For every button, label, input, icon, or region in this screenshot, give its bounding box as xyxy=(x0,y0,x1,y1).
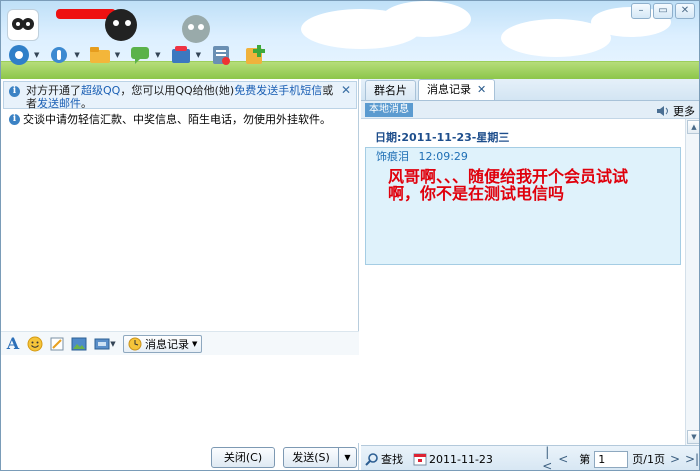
chat-panel: i 对方开通了超级QQ，您可以用QQ给他(她)免费发送手机短信或者发送邮件。 ✕… xyxy=(1,79,359,470)
note-tool[interactable] xyxy=(207,41,235,69)
send-image-icon[interactable] xyxy=(71,336,87,352)
record-date: 日期:2011-11-23-星期三 xyxy=(375,131,510,144)
format-toolbar: A ▼ 消息记录 ▼ xyxy=(1,331,359,355)
close-button[interactable]: 关闭(C) xyxy=(211,447,275,468)
qq-chat-window: – ▭ ✕ ▼ ▼ ▼ ▼ ▼ i 对方开通了超级QQ，您可以用QQ给他(她)免… xyxy=(0,0,700,471)
last-page-icon[interactable]: >| xyxy=(685,452,699,466)
warning-text: 交谈中请勿轻信汇款、中奖信息、陌生电话，勿使用外挂软件。 xyxy=(23,113,331,126)
chevron-down-icon: ▼ xyxy=(192,339,198,348)
page-prefix: 第 xyxy=(579,453,591,466)
emoticon-icon[interactable] xyxy=(27,336,43,352)
free-sms-link[interactable]: 免费发送手机短信 xyxy=(234,84,322,97)
side-panel: 群名片 消息记录 ✕ 本地消息 更多 日期:2011-11-23-星期三 饰痕泪 … xyxy=(361,79,699,470)
send-group: 发送(S) ▼ xyxy=(283,447,357,468)
font-icon[interactable]: A xyxy=(5,334,21,353)
close-tab-icon[interactable]: ✕ xyxy=(477,83,486,96)
history-footer: 查找 2011-11-23 |< < 第 1 页/1页 > >| xyxy=(361,445,699,470)
page-input[interactable]: 1 xyxy=(594,450,629,468)
notice-text: 对方开通了 xyxy=(26,84,81,97)
send-options-button[interactable]: ▼ xyxy=(339,447,357,468)
history-scrollbar[interactable]: ▲ ▼ xyxy=(685,119,699,445)
info-icon: i xyxy=(9,114,20,125)
video-icon xyxy=(5,41,33,69)
message-bubble: 饰痕泪 12:09:29 风哥啊、、、随便给我开个会员试试啊，你不是在测试电信吗 xyxy=(365,147,681,265)
message-header: 饰痕泪 12:09:29 xyxy=(366,148,680,166)
file-transfer-icon xyxy=(86,41,114,69)
super-qq-notice: i 对方开通了超级QQ，您可以用QQ给他(她)免费发送手机短信或者发送邮件。 ✕ xyxy=(3,81,357,110)
chat-tool[interactable]: ▼ xyxy=(126,41,161,69)
app-tool[interactable]: ▼ xyxy=(167,41,201,69)
maximize-button[interactable]: ▭ xyxy=(653,3,673,19)
notice-text: ，您可以用QQ给他(她) xyxy=(120,84,235,97)
first-page-icon[interactable]: |< xyxy=(541,445,553,470)
date-value: 2011-11-23 xyxy=(429,452,493,466)
sender-name[interactable]: 饰痕泪 xyxy=(376,150,409,163)
header-banner: – ▭ ✕ ▼ ▼ ▼ ▼ ▼ xyxy=(1,1,699,79)
page-suffix: 页/1页 xyxy=(632,453,665,466)
scroll-down-icon[interactable]: ▼ xyxy=(687,430,699,444)
message-text: 风哥啊、、、随便给我开个会员试试啊，你不是在测试电信吗 xyxy=(388,167,629,203)
file-transfer-tool[interactable]: ▼ xyxy=(86,41,120,69)
calendar-icon xyxy=(413,453,427,466)
tab-group-card[interactable]: 群名片 xyxy=(365,80,416,100)
more-button[interactable]: 更多 xyxy=(656,103,695,119)
app-icon xyxy=(167,41,195,69)
voice-tool[interactable]: ▼ xyxy=(45,41,80,69)
chat-toolbar: ▼ ▼ ▼ ▼ ▼ xyxy=(5,41,269,69)
note-icon xyxy=(207,41,235,69)
next-page-icon[interactable]: > xyxy=(669,452,681,466)
close-window-button[interactable]: ✕ xyxy=(675,3,695,19)
chevron-down-icon[interactable]: ▼ xyxy=(115,51,120,59)
voice-icon xyxy=(45,41,73,69)
tab-label: 消息记录 xyxy=(427,83,471,96)
minimize-button[interactable]: – xyxy=(631,3,651,19)
screenshot-icon[interactable]: ▼ xyxy=(93,336,117,352)
add-app-tool[interactable] xyxy=(241,41,269,69)
close-notice-icon[interactable]: ✕ xyxy=(341,84,351,97)
speaker-icon xyxy=(657,106,668,116)
send-button[interactable]: 发送(S) xyxy=(283,447,339,468)
notice-text: 。 xyxy=(81,97,92,110)
tab-message-history[interactable]: 消息记录 ✕ xyxy=(418,79,496,100)
more-label: 更多 xyxy=(673,105,695,118)
message-history-button[interactable]: 消息记录 ▼ xyxy=(123,334,203,353)
window-controls: – ▭ ✕ xyxy=(631,3,695,19)
contact-avatar[interactable] xyxy=(7,9,39,41)
local-messages-tab[interactable]: 本地消息 xyxy=(365,103,413,117)
super-qq-link[interactable]: 超级QQ xyxy=(81,84,120,97)
chat-icon xyxy=(126,41,154,69)
find-button[interactable]: 查找 xyxy=(365,451,403,467)
add-app-icon xyxy=(241,41,269,69)
search-icon xyxy=(365,453,378,466)
find-label: 查找 xyxy=(381,453,403,466)
security-warning: i 交谈中请勿轻信汇款、中奖信息、陌生电话，勿使用外挂软件。 xyxy=(7,113,357,126)
message-input[interactable] xyxy=(1,355,359,443)
scribble-icon[interactable] xyxy=(49,336,65,352)
history-subbar: 本地消息 更多 xyxy=(361,101,699,119)
chevron-down-icon[interactable]: ▼ xyxy=(155,51,160,59)
video-tool[interactable]: ▼ xyxy=(5,41,39,69)
date-picker[interactable]: 2011-11-23 xyxy=(413,452,493,466)
history-label: 消息记录 xyxy=(145,337,189,351)
action-buttons: 关闭(C) 发送(S) ▼ xyxy=(211,447,357,468)
message-time: 12:09:29 xyxy=(418,150,468,163)
info-icon: i xyxy=(9,86,20,97)
cloud-decoration xyxy=(381,1,471,37)
chevron-down-icon[interactable]: ▼ xyxy=(74,51,79,59)
prev-page-icon[interactable]: < xyxy=(557,452,569,466)
tab-label: 群名片 xyxy=(374,84,407,97)
history-icon xyxy=(128,337,142,350)
chevron-down-icon[interactable]: ▼ xyxy=(196,51,201,59)
send-mail-link[interactable]: 发送邮件 xyxy=(37,97,81,110)
scroll-up-icon[interactable]: ▲ xyxy=(687,120,699,134)
chevron-down-icon[interactable]: ▼ xyxy=(34,51,39,59)
side-tabs: 群名片 消息记录 ✕ xyxy=(361,79,699,101)
history-records: 日期:2011-11-23-星期三 饰痕泪 12:09:29 风哥啊、、、随便给… xyxy=(361,119,683,445)
